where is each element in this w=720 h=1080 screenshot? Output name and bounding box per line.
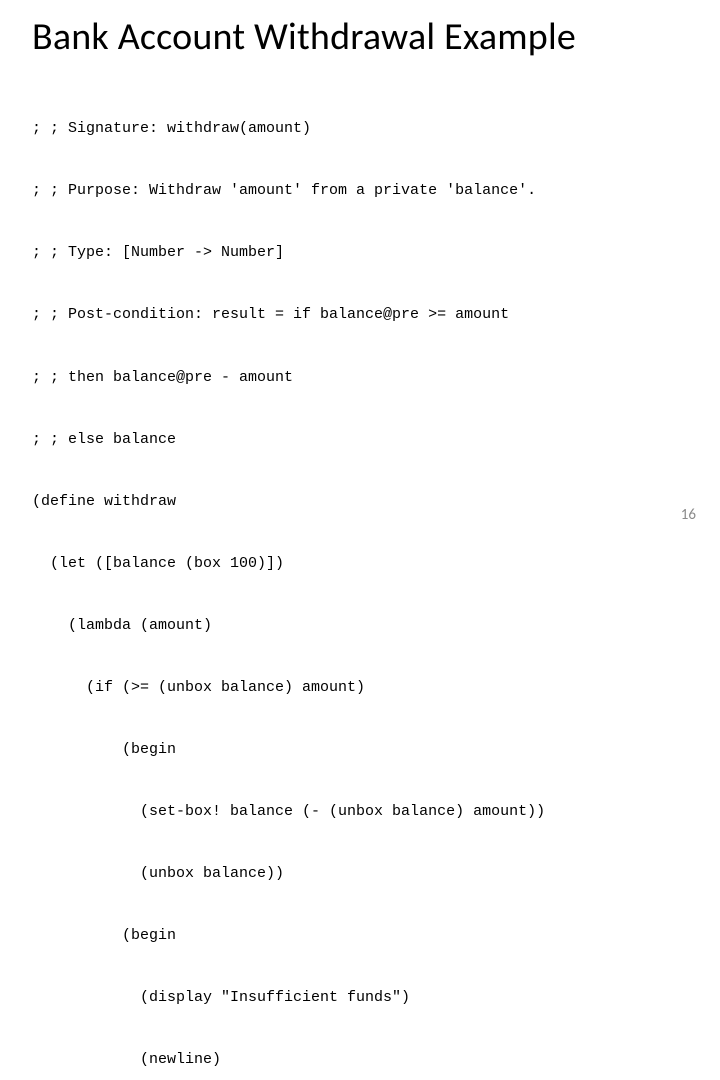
code-line: ; ; then balance@pre - amount (32, 368, 688, 389)
code-line: (let ([balance (box 100)]) (32, 554, 688, 575)
code-line: ; ; Purpose: Withdraw 'amount' from a pr… (32, 181, 688, 202)
code-line: (unbox balance)) (32, 864, 688, 885)
code-line: (lambda (amount) (32, 616, 688, 637)
code-line: (if (>= (unbox balance) amount) (32, 678, 688, 699)
page-number: 16 (681, 506, 696, 524)
code-line: ; ; Post-condition: result = if balance@… (32, 305, 688, 326)
code-line: (begin (32, 740, 688, 761)
code-line: ; ; Type: [Number -> Number] (32, 243, 688, 264)
code-line: (set-box! balance (- (unbox balance) amo… (32, 802, 688, 823)
slide-title: Bank Account Withdrawal Example (32, 18, 688, 58)
code-line: ; ; else balance (32, 430, 688, 451)
code-block: ; ; Signature: withdraw(amount) ; ; Purp… (32, 78, 688, 1080)
code-line: (begin (32, 926, 688, 947)
code-line: (display "Insufficient funds") (32, 988, 688, 1009)
code-line: (newline) (32, 1050, 688, 1071)
code-line: (define withdraw (32, 492, 688, 513)
code-line: ; ; Signature: withdraw(amount) (32, 119, 688, 140)
slide: Bank Account Withdrawal Example ; ; Sign… (0, 0, 720, 540)
